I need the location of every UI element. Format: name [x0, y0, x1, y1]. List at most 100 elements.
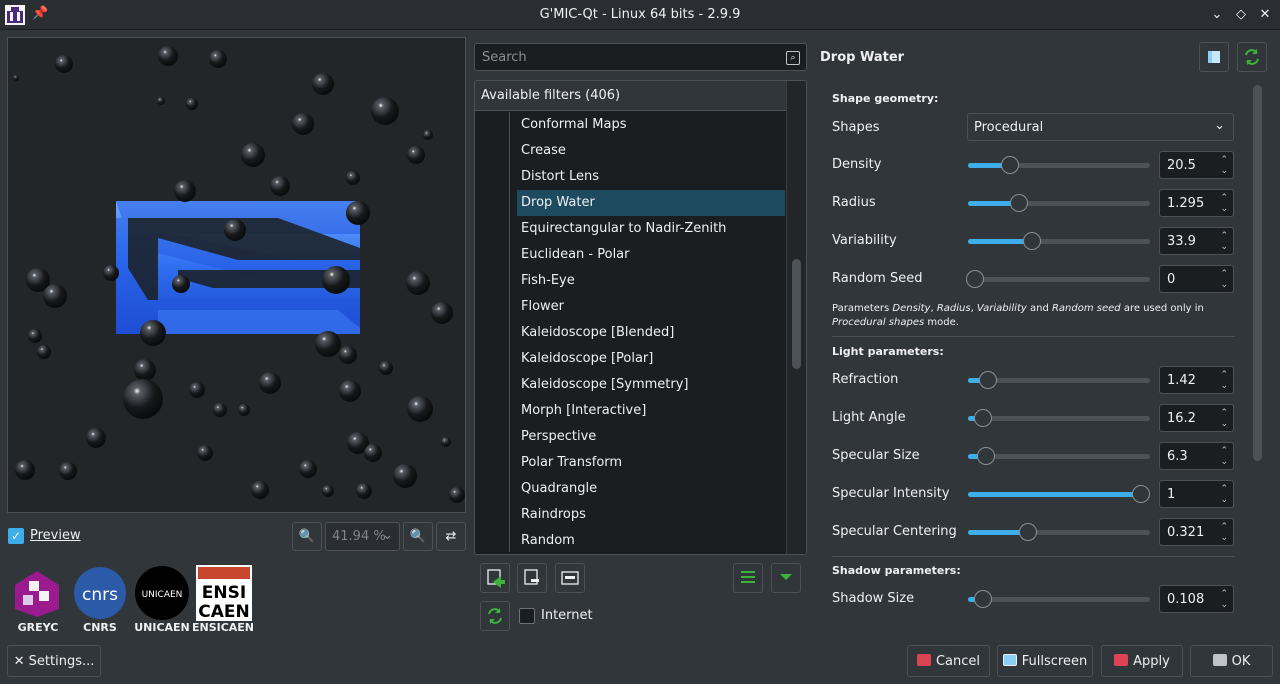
- spin-up-icon[interactable]: ⌃: [1220, 270, 1228, 279]
- spin-up-icon[interactable]: ⌃: [1220, 409, 1228, 418]
- slider-handle[interactable]: [973, 409, 992, 427]
- filter-item[interactable]: Polar Transform: [517, 450, 785, 476]
- filter-item[interactable]: Euclidean - Polar: [517, 242, 785, 268]
- zoom-out-button[interactable]: 🔍: [292, 522, 322, 551]
- fullscreen-button[interactable]: Fullscreen: [997, 645, 1093, 677]
- slider-handle[interactable]: [1131, 485, 1150, 503]
- slider-handle[interactable]: [966, 270, 985, 288]
- slider-handle[interactable]: [1022, 232, 1041, 250]
- cancel-button[interactable]: Cancel: [907, 645, 990, 677]
- shapes-select[interactable]: Procedural ⌄: [967, 113, 1234, 141]
- copy-to-clipboard-button[interactable]: [1199, 42, 1229, 72]
- close-icon[interactable]: ✕: [1255, 5, 1275, 25]
- filter-item[interactable]: Random: [517, 528, 785, 554]
- param-slider[interactable]: [968, 371, 1150, 389]
- param-spinbox[interactable]: 1 ⌃ ⌄: [1159, 480, 1234, 508]
- spin-down-icon[interactable]: ⌄: [1220, 167, 1228, 176]
- preview-label[interactable]: Preview: [30, 528, 81, 543]
- spin-up-icon[interactable]: ⌃: [1220, 447, 1228, 456]
- filter-item[interactable]: Distort Lens: [517, 164, 785, 190]
- param-spinbox[interactable]: 0.108 ⌃ ⌄: [1159, 585, 1234, 613]
- parameters-scrollbar[interactable]: [1253, 85, 1262, 461]
- filter-item[interactable]: Kaleidoscope [Blended]: [517, 320, 785, 346]
- spin-up-icon[interactable]: ⌃: [1220, 485, 1228, 494]
- spin-down-icon[interactable]: ⌄: [1220, 281, 1228, 290]
- minimize-icon[interactable]: ⌄: [1207, 5, 1227, 25]
- param-spinbox[interactable]: 0 ⌃ ⌄: [1159, 265, 1234, 293]
- param-slider[interactable]: [966, 270, 1150, 288]
- spin-up-icon[interactable]: ⌃: [1220, 590, 1228, 599]
- filter-item[interactable]: Perspective: [517, 424, 785, 450]
- filter-item[interactable]: Kaleidoscope [Symmetry]: [517, 372, 785, 398]
- internet-label[interactable]: Internet: [541, 608, 593, 623]
- param-slider[interactable]: [968, 194, 1150, 212]
- filter-item[interactable]: Conformal Maps: [517, 112, 785, 138]
- spin-down-icon[interactable]: ⌄: [1220, 458, 1228, 467]
- filter-item[interactable]: Crease: [517, 138, 785, 164]
- settings-button[interactable]: ✕ Settings...: [7, 645, 101, 677]
- param-slider[interactable]: [968, 590, 1150, 608]
- spin-up-icon[interactable]: ⌃: [1220, 156, 1228, 165]
- filter-item[interactable]: Fish-Eye: [517, 268, 785, 294]
- add-favorite-button[interactable]: [480, 563, 510, 593]
- spin-down-icon[interactable]: ⌄: [1220, 601, 1228, 610]
- preview-checkbox[interactable]: ✓: [8, 528, 24, 544]
- slider-handle[interactable]: [973, 590, 992, 608]
- param-slider[interactable]: [968, 523, 1150, 541]
- ok-button[interactable]: OK: [1190, 645, 1273, 677]
- maximize-icon[interactable]: ◇: [1231, 5, 1251, 25]
- param-slider[interactable]: [968, 156, 1150, 174]
- update-filters-button[interactable]: [480, 601, 510, 631]
- param-spinbox[interactable]: 1.42 ⌃ ⌄: [1159, 366, 1234, 394]
- param-spinbox[interactable]: 6.3 ⌃ ⌄: [1159, 442, 1234, 470]
- slider-handle[interactable]: [977, 447, 996, 465]
- refresh-preview-button[interactable]: ⇄: [436, 522, 466, 551]
- shapes-value: Procedural: [974, 120, 1044, 135]
- search-input[interactable]: Search ⌕: [474, 43, 807, 71]
- slider-handle[interactable]: [1009, 194, 1028, 212]
- spin-up-icon[interactable]: ⌃: [1220, 232, 1228, 241]
- slider-handle[interactable]: [1000, 156, 1019, 174]
- preview-canvas[interactable]: [7, 37, 466, 513]
- spin-down-icon[interactable]: ⌄: [1220, 420, 1228, 429]
- spin-up-icon[interactable]: ⌃: [1220, 194, 1228, 203]
- expand-collapse-button[interactable]: [771, 563, 801, 593]
- param-spinbox[interactable]: 33.9 ⌃ ⌄: [1159, 227, 1234, 255]
- remove-favorite-button[interactable]: [517, 563, 547, 593]
- spin-up-icon[interactable]: ⌃: [1220, 523, 1228, 532]
- param-spinbox[interactable]: 16.2 ⌃ ⌄: [1159, 404, 1234, 432]
- param-spinbox[interactable]: 0.321 ⌃ ⌄: [1159, 518, 1234, 546]
- spin-up-icon[interactable]: ⌃: [1220, 371, 1228, 380]
- slider-handle[interactable]: [1019, 523, 1038, 541]
- filter-item[interactable]: Raindrops: [517, 502, 785, 528]
- param-slider[interactable]: [968, 409, 1150, 427]
- spin-down-icon[interactable]: ⌄: [1220, 243, 1228, 252]
- spin-down-icon[interactable]: ⌄: [1220, 205, 1228, 214]
- rename-favorite-button[interactable]: [555, 563, 585, 593]
- reset-parameters-button[interactable]: [1237, 42, 1267, 72]
- param-slider[interactable]: [968, 447, 1150, 465]
- param-spinbox[interactable]: 20.5 ⌃ ⌄: [1159, 151, 1234, 179]
- filter-scrollbar-thumb[interactable]: [792, 259, 801, 369]
- param-spinbox[interactable]: 1.295 ⌃ ⌄: [1159, 189, 1234, 217]
- filter-item[interactable]: Kaleidoscope [Polar]: [517, 346, 785, 372]
- zoom-combo[interactable]: 41.94 % ⌄: [325, 522, 400, 551]
- filter-item[interactable]: Drop Water: [517, 190, 785, 216]
- param-slider[interactable]: [968, 232, 1150, 250]
- param-slider[interactable]: [968, 485, 1150, 503]
- slider-handle[interactable]: [979, 371, 998, 389]
- filter-item[interactable]: Flower: [517, 294, 785, 320]
- filter-item[interactable]: Morph [Interactive]: [517, 398, 785, 424]
- filter-scrollbar[interactable]: [786, 81, 806, 554]
- spin-down-icon[interactable]: ⌄: [1220, 496, 1228, 505]
- filter-tree[interactable]: Available filters (406) Conformal Maps Cr…: [474, 80, 807, 555]
- zoom-in-button[interactable]: 🔍: [403, 522, 433, 551]
- filter-item[interactable]: Equirectangular to Nadir-Zenith: [517, 216, 785, 242]
- filter-item[interactable]: Quadrangle: [517, 476, 785, 502]
- search-icon[interactable]: ⌕: [786, 51, 800, 65]
- toggle-visibility-button[interactable]: [733, 563, 763, 593]
- apply-button[interactable]: Apply: [1101, 645, 1183, 677]
- spin-down-icon[interactable]: ⌄: [1220, 534, 1228, 543]
- spin-down-icon[interactable]: ⌄: [1220, 382, 1228, 391]
- internet-checkbox[interactable]: [519, 608, 535, 624]
